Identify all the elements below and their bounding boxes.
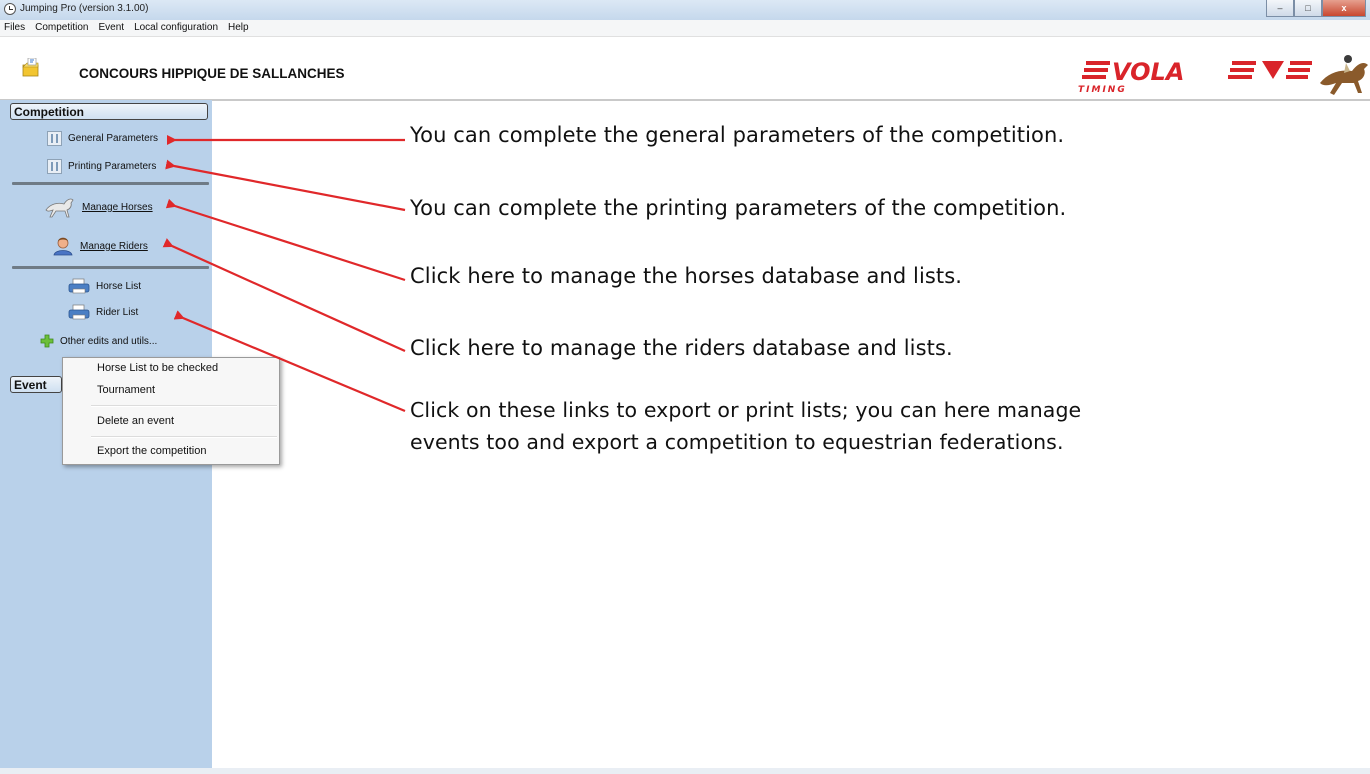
horse-list-label: Horse List xyxy=(96,280,142,292)
general-parameters-link[interactable]: General Parameters xyxy=(47,131,158,146)
application-window: Jumping Pro (version 3.1.00) – □ x Files… xyxy=(0,0,1370,774)
competition-title: CONCOURS HIPPIQUE DE SALLANCHES xyxy=(79,66,345,81)
manage-riders-link[interactable]: Manage Riders xyxy=(52,236,148,256)
parameters-icon xyxy=(47,159,62,174)
printing-parameters-link[interactable]: Printing Parameters xyxy=(47,159,156,174)
menu-bar: Files Competition Event Local configurat… xyxy=(0,20,1370,37)
competition-section-header[interactable]: Competition xyxy=(10,103,208,120)
annotation-lists-line1: Click on these links to export or print … xyxy=(410,398,1082,422)
maximize-button[interactable]: □ xyxy=(1294,0,1322,17)
plus-icon xyxy=(40,334,54,348)
parameters-icon xyxy=(47,131,62,146)
minimize-button[interactable]: – xyxy=(1266,0,1294,17)
window-title: Jumping Pro (version 3.1.00) xyxy=(20,3,149,14)
context-menu-separator xyxy=(91,436,277,438)
open-folder-icon[interactable] xyxy=(21,58,41,78)
rider-list-label: Rider List xyxy=(96,306,139,318)
printer-icon xyxy=(68,304,90,320)
manage-riders-label: Manage Riders xyxy=(80,240,148,252)
user-icon xyxy=(53,237,73,256)
annotation-horses: Click here to manage the horses database… xyxy=(410,264,963,288)
annotation-riders: Click here to manage the riders database… xyxy=(410,336,953,360)
competition-header: CONCOURS HIPPIQUE DE SALLANCHES VOLA TIM… xyxy=(0,37,1370,101)
sidebar-divider xyxy=(12,266,209,269)
context-item-horse-list-to-be-checked[interactable]: Horse List to be checked xyxy=(97,362,218,374)
title-bar: Jumping Pro (version 3.1.00) – □ x xyxy=(0,0,1370,21)
menu-files[interactable]: Files xyxy=(0,20,30,36)
rider-list-link[interactable]: Rider List xyxy=(68,304,138,320)
context-menu: Horse List to be checked Tournament Dele… xyxy=(62,357,280,465)
general-parameters-label: General Parameters xyxy=(68,133,159,144)
close-button[interactable]: x xyxy=(1322,0,1366,17)
annotation-printing: You can complete the printing parameters… xyxy=(410,196,1067,220)
window-controls: – □ x xyxy=(1266,0,1366,18)
context-menu-separator xyxy=(91,405,277,407)
clock-icon xyxy=(4,3,16,15)
menu-help[interactable]: Help xyxy=(223,20,254,36)
other-edits-link[interactable]: Other edits and utils... xyxy=(40,334,157,348)
menu-event[interactable]: Event xyxy=(93,20,129,36)
horse-icon xyxy=(45,198,74,218)
context-item-delete-event[interactable]: Delete an event xyxy=(97,415,174,427)
manage-horses-link[interactable]: Manage Horses xyxy=(44,196,153,218)
printing-parameters-label: Printing Parameters xyxy=(68,161,157,172)
horse-list-link[interactable]: Horse List xyxy=(68,278,141,294)
annotation-lists-line2: events too and export a competition to e… xyxy=(410,430,1064,454)
annotation-general: You can complete the general parameters … xyxy=(410,123,1065,147)
sidebar-divider xyxy=(12,182,209,185)
context-item-tournament[interactable]: Tournament xyxy=(97,384,155,396)
manage-horses-label: Manage Horses xyxy=(82,201,153,213)
menu-local-configuration[interactable]: Local configuration xyxy=(129,20,223,36)
menu-competition[interactable]: Competition xyxy=(30,20,93,36)
context-item-export-competition[interactable]: Export the competition xyxy=(97,445,206,457)
printer-icon xyxy=(68,278,90,294)
logo-subtext: TIMING xyxy=(1078,85,1127,95)
event-section-header[interactable]: Event xyxy=(10,376,62,393)
other-edits-label: Other edits and utils... xyxy=(60,335,158,347)
vola-timing-logo: VOLA TIMING xyxy=(1078,55,1368,95)
status-strip xyxy=(0,768,1370,774)
logo-text: VOLA xyxy=(1112,58,1184,86)
